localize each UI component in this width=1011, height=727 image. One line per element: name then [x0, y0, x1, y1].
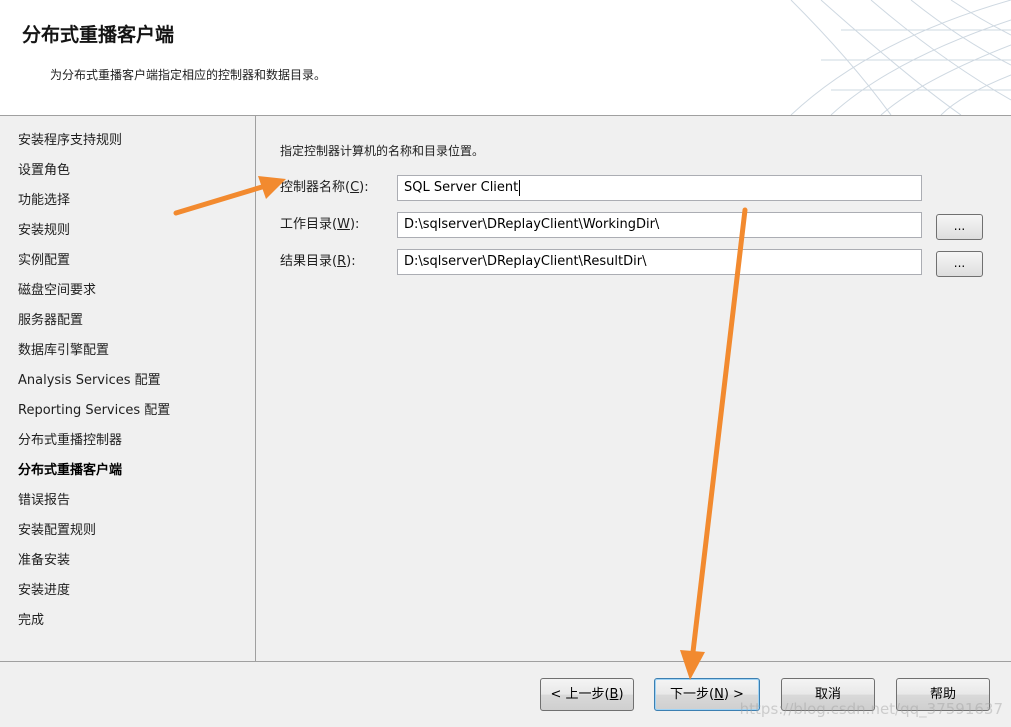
instruction-text: 指定控制器计算机的名称和目录位置。 — [280, 144, 485, 158]
working-directory-input[interactable]: D:\sqlserver\DReplayClient\WorkingDir\ — [397, 212, 922, 238]
sidebar-item-database-engine-configuration[interactable]: 数据库引擎配置 — [18, 340, 170, 370]
main-content-panel: 指定控制器计算机的名称和目录位置。 控制器名称(C): SQL Server C… — [256, 116, 1011, 661]
watermark-text: https://blog.csdn.net/qq_37591637 — [739, 700, 1003, 718]
sidebar-item-error-reporting[interactable]: 错误报告 — [18, 490, 170, 520]
controller-name-hotkey: C — [350, 180, 360, 195]
sidebar-item-disk-space-requirements[interactable]: 磁盘空间要求 — [18, 280, 170, 310]
back-button[interactable]: < 上一步(B) — [540, 678, 634, 711]
sidebar-item-installation-rules[interactable]: 安装规则 — [18, 220, 170, 250]
sidebar-item-complete[interactable]: 完成 — [18, 610, 170, 640]
header-decoration-graphic — [491, 0, 1011, 115]
working-directory-browse-button[interactable]: ... — [936, 214, 983, 240]
result-directory-label: 结果目录(R): — [280, 254, 356, 269]
page-subtitle: 为分布式重播客户端指定相应的控制器和数据目录。 — [50, 68, 327, 82]
sidebar-item-analysis-services-configuration[interactable]: Analysis Services 配置 — [18, 370, 170, 400]
wizard-header: 分布式重播客户端 为分布式重播客户端指定相应的控制器和数据目录。 — [0, 0, 1011, 116]
sidebar-item-ready-to-install[interactable]: 准备安装 — [18, 550, 170, 580]
working-directory-label: 工作目录(W): — [280, 217, 360, 232]
wizard-step-sidebar: 安装程序支持规则 设置角色 功能选择 安装规则 实例配置 磁盘空间要求 服务器配… — [0, 116, 256, 661]
sidebar-item-reporting-services-configuration[interactable]: Reporting Services 配置 — [18, 400, 170, 430]
sidebar-item-installation-configuration-rules[interactable]: 安装配置规则 — [18, 520, 170, 550]
wizard-step-list: 安装程序支持规则 设置角色 功能选择 安装规则 实例配置 磁盘空间要求 服务器配… — [18, 130, 170, 640]
sidebar-item-installation-progress[interactable]: 安装进度 — [18, 580, 170, 610]
sidebar-item-setup-support-rules[interactable]: 安装程序支持规则 — [18, 130, 170, 160]
sidebar-item-setup-role[interactable]: 设置角色 — [18, 160, 170, 190]
sidebar-item-feature-selection[interactable]: 功能选择 — [18, 190, 170, 220]
wizard-footer: < 上一步(B) 下一步(N) > 取消 帮助 https://blog.csd… — [0, 661, 1011, 727]
result-directory-browse-button[interactable]: ... — [936, 251, 983, 277]
result-directory-input[interactable]: D:\sqlserver\DReplayClient\ResultDir\ — [397, 249, 922, 275]
next-hotkey: N — [714, 687, 724, 702]
text-caret — [519, 179, 521, 196]
result-directory-hotkey: R — [337, 254, 347, 269]
sidebar-item-distributed-replay-controller[interactable]: 分布式重播控制器 — [18, 430, 170, 460]
sidebar-item-instance-configuration[interactable]: 实例配置 — [18, 250, 170, 280]
controller-name-label: 控制器名称(C): — [280, 180, 369, 195]
controller-name-input[interactable]: SQL Server Client — [397, 175, 922, 201]
sidebar-item-distributed-replay-client[interactable]: 分布式重播客户端 — [18, 460, 170, 490]
working-directory-hotkey: W — [337, 217, 350, 232]
sidebar-item-server-configuration[interactable]: 服务器配置 — [18, 310, 170, 340]
page-title: 分布式重播客户端 — [22, 24, 175, 46]
